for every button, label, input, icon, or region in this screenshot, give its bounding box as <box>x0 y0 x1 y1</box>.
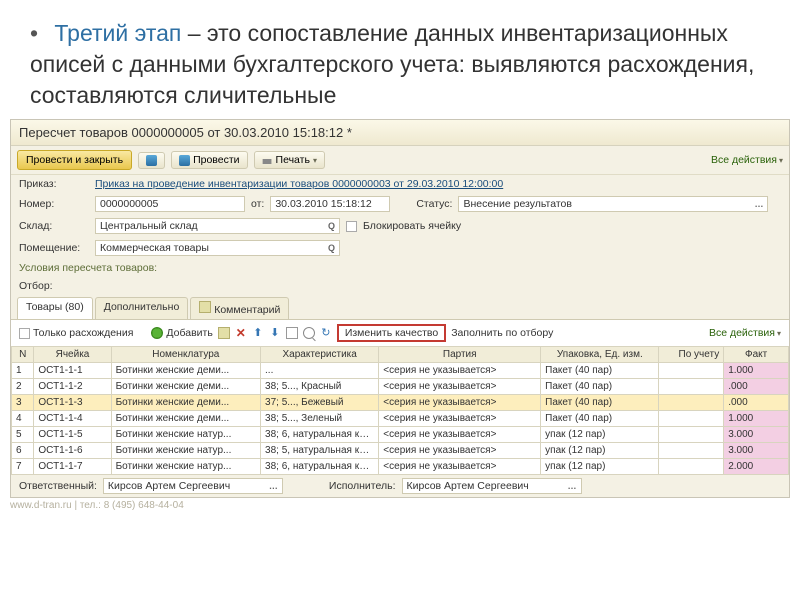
tab-comment[interactable]: Комментарий <box>190 297 289 319</box>
col-nomenclature[interactable]: Номенклатура <box>111 347 260 363</box>
room-field[interactable]: Коммерческая товарыQ <box>95 240 340 256</box>
slide-paragraph: • Третий этап – это сопоставление данных… <box>0 0 800 119</box>
footer-text: www.d-tran.ru | тел.: 8 (495) 648-44-04 <box>0 498 800 511</box>
app-window: Пересчет товаров 0000000005 от 30.03.201… <box>10 119 790 498</box>
filter-label: Отбор: <box>19 280 89 292</box>
col-cell[interactable]: Ячейка <box>34 347 111 363</box>
col-batch[interactable]: Партия <box>379 347 541 363</box>
chevron-down-icon: ▾ <box>313 156 317 165</box>
table-row[interactable]: 4ОСТ1-1-4Ботинки женские деми...38; 5...… <box>12 411 789 427</box>
post-icon <box>179 155 190 166</box>
number-label: Номер: <box>19 198 89 210</box>
save-icon <box>146 155 157 166</box>
only-diff-checkbox[interactable] <box>19 328 30 339</box>
date-label: от: <box>251 198 264 210</box>
main-toolbar: Провести и закрыть Провести Печать▾ Все … <box>11 146 789 175</box>
table-row[interactable]: 7ОСТ1-1-7Ботинки женские натур...38; 6, … <box>12 459 789 475</box>
responsible-field[interactable]: Кирсов Артем Сергеевич… <box>103 478 283 494</box>
block-cell-checkbox[interactable] <box>346 221 357 232</box>
col-package[interactable]: Упаковка, Ед. изм. <box>541 347 659 363</box>
warehouse-label: Склад: <box>19 220 89 232</box>
table-row[interactable]: 3ОСТ1-1-3Ботинки женские деми...37; 5...… <box>12 395 789 411</box>
table-row[interactable]: 2ОСТ1-1-2Ботинки женские деми...38; 5...… <box>12 379 789 395</box>
room-label: Помещение: <box>19 242 89 254</box>
bullet-icon: • <box>30 18 48 49</box>
fill-by-filter-button[interactable]: Заполнить по отбору <box>451 327 553 339</box>
tabs: Товары (80) Дополнительно Комментарий <box>11 295 789 320</box>
add-button[interactable]: Добавить <box>151 327 212 339</box>
refresh-button[interactable]: ↻ <box>320 327 332 339</box>
grid-toolbar: Только расхождения Добавить ✕ ⬆ ⬇ ↻ Изме… <box>11 320 789 346</box>
move-down-button[interactable]: ⬇ <box>269 327 281 339</box>
print-label: Печать <box>276 154 310 166</box>
all-actions-link[interactable]: Все действия▾ <box>711 154 783 166</box>
move-up-button[interactable]: ⬆ <box>252 327 264 339</box>
change-quality-button[interactable]: Изменить качество <box>337 324 446 342</box>
executor-field[interactable]: Кирсов Артем Сергеевич… <box>402 478 582 494</box>
date-field[interactable]: 30.03.2010 15:18:12 <box>270 196 390 212</box>
only-diff-label: Только расхождения <box>33 327 133 339</box>
goods-grid: N Ячейка Номенклатура Характеристика Пар… <box>11 346 789 475</box>
comment-icon <box>199 301 211 313</box>
find-button[interactable] <box>303 327 315 339</box>
col-characteristic[interactable]: Характеристика <box>261 347 379 363</box>
tab-goods[interactable]: Товары (80) <box>17 297 93 319</box>
save-button[interactable] <box>138 152 165 169</box>
table-row[interactable]: 6ОСТ1-1-6Ботинки женские натур...38; 5, … <box>12 443 789 459</box>
tab-additional[interactable]: Дополнительно <box>95 297 189 319</box>
print-icon <box>262 155 273 166</box>
block-cell-label: Блокировать ячейку <box>363 220 461 232</box>
executor-label: Исполнитель: <box>329 480 396 492</box>
window-title: Пересчет товаров 0000000005 от 30.03.201… <box>11 120 789 146</box>
order-label: Приказ: <box>19 178 89 190</box>
col-fact[interactable]: Факт <box>724 347 789 363</box>
col-account[interactable]: По учету <box>659 347 724 363</box>
status-field[interactable]: Внесение результатов… <box>458 196 768 212</box>
copy-button[interactable] <box>218 327 230 339</box>
order-row: Приказ: Приказ на проведение инвентариза… <box>11 175 789 193</box>
calendar-button[interactable] <box>286 327 298 339</box>
conditions-label: Условия пересчета товаров: <box>11 259 789 277</box>
post-button[interactable]: Провести <box>171 151 247 169</box>
warehouse-field[interactable]: Центральный складQ <box>95 218 340 234</box>
table-row[interactable]: 1ОСТ1-1-1Ботинки женские деми......<сери… <box>12 363 789 379</box>
delete-button[interactable]: ✕ <box>235 327 247 339</box>
col-n[interactable]: N <box>12 347 34 363</box>
status-label: Статус: <box>416 198 452 210</box>
responsible-label: Ответственный: <box>19 480 97 492</box>
table-row[interactable]: 5ОСТ1-1-5Ботинки женские натур...38; 6, … <box>12 427 789 443</box>
order-link[interactable]: Приказ на проведение инвентаризации това… <box>95 178 503 190</box>
print-button[interactable]: Печать▾ <box>254 151 325 169</box>
plus-icon <box>151 327 163 339</box>
post-and-close-button[interactable]: Провести и закрыть <box>17 150 132 170</box>
number-field[interactable]: 0000000005 <box>95 196 245 212</box>
slide-highlight: Третий этап <box>54 20 181 46</box>
post-label: Провести <box>193 154 239 166</box>
grid-all-actions[interactable]: Все действия▾ <box>709 327 781 339</box>
